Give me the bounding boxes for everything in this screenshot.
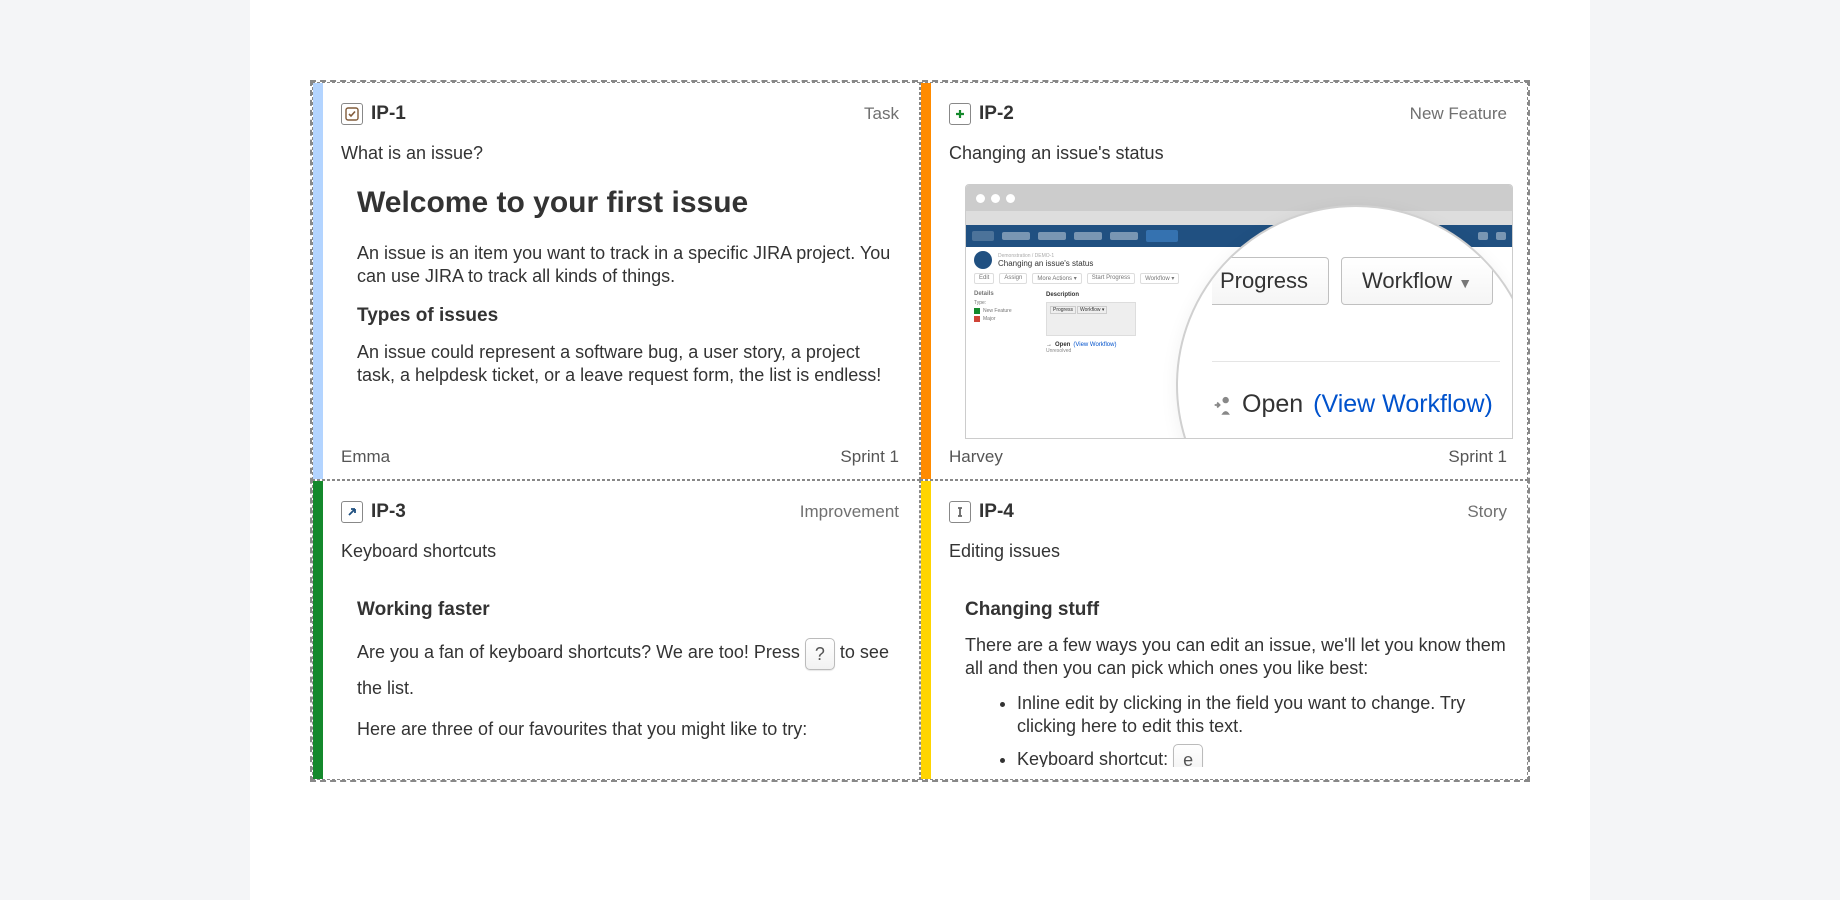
new-feature-icon — [949, 103, 971, 125]
status-label: Open — [1242, 390, 1303, 419]
issue-type: Task — [864, 104, 899, 124]
story-icon — [949, 501, 971, 523]
issue-description: Welcome to your first issue An issue is … — [341, 184, 899, 399]
priority-stripe — [921, 83, 931, 479]
card-grid: IP-1 Task What is an issue? Welcome to y… — [310, 80, 1530, 782]
chevron-down-icon: ▼ — [1458, 275, 1472, 291]
view-workflow-link[interactable]: (View Workflow) — [1313, 390, 1493, 419]
issue-key: IP-2 — [979, 103, 1014, 125]
issue-description: Changing stuff There are a few ways you … — [949, 582, 1507, 767]
project-avatar-icon — [974, 251, 992, 269]
description-heading: Welcome to your first issue — [357, 184, 899, 222]
issue-type: Improvement — [800, 502, 899, 522]
description-paragraph: An issue is an item you want to track in… — [357, 242, 899, 288]
improvement-icon — [341, 501, 363, 523]
issue-title: What is an issue? — [341, 143, 899, 164]
workflow-dropdown[interactable]: Workflow ▼ — [1341, 257, 1493, 305]
print-page: IP-1 Task What is an issue? Welcome to y… — [250, 0, 1590, 900]
issue-card-ip1: IP-1 Task What is an issue? Welcome to y… — [312, 82, 920, 480]
list-item: Keyboard shortcut: e — [1017, 744, 1507, 767]
priority-stripe — [313, 83, 323, 479]
description-paragraph: An issue could represent a software bug,… — [357, 341, 899, 387]
card-header: IP-3 Improvement — [341, 501, 899, 523]
issue-title: Keyboard shortcuts — [341, 541, 899, 562]
sprint: Sprint 1 — [1448, 447, 1507, 467]
description-heading: Changing stuff — [965, 598, 1507, 622]
card-footer: Harvey Sprint 1 — [949, 439, 1507, 467]
person-arrow-icon — [1212, 394, 1232, 416]
description-subheading: Types of issues — [357, 304, 899, 328]
card-footer: Emma Sprint 1 — [341, 439, 899, 467]
description-heading: Working faster — [357, 598, 899, 622]
description-list: Inline edit by clicking in the field you… — [965, 692, 1507, 767]
issue-key: IP-4 — [979, 501, 1014, 523]
priority-stripe — [313, 481, 323, 779]
embedded-screenshot: Demonstration / DEMO-1Changing an issue'… — [965, 184, 1513, 439]
card-header: IP-2 New Feature — [949, 103, 1507, 125]
card-header: IP-4 Story — [949, 501, 1507, 523]
issue-key: IP-1 — [371, 103, 406, 125]
issue-card-ip4: IP-4 Story Editing issues Changing stuff… — [920, 480, 1528, 780]
keyboard-key: ? — [805, 638, 835, 670]
browser-titlebar — [966, 185, 1512, 211]
sprint: Sprint 1 — [840, 447, 899, 467]
issue-card-ip2: IP-2 New Feature Changing an issue's sta… — [920, 82, 1528, 480]
issue-type: Story — [1467, 502, 1507, 522]
assignee: Harvey — [949, 447, 1003, 467]
description-paragraph: There are a few ways you can edit an iss… — [965, 634, 1507, 680]
issue-description: Working faster Are you a fan of keyboard… — [341, 582, 899, 753]
task-icon — [341, 103, 363, 125]
issue-card-ip3: IP-3 Improvement Keyboard shortcuts Work… — [312, 480, 920, 780]
description-paragraph: Are you a fan of keyboard shortcuts? We … — [357, 634, 899, 706]
issue-type: New Feature — [1410, 104, 1507, 124]
assignee: Emma — [341, 447, 390, 467]
card-header: IP-1 Task — [341, 103, 899, 125]
issue-key: IP-3 — [371, 501, 406, 523]
priority-stripe — [921, 481, 931, 779]
list-item: Inline edit by clicking in the field you… — [1017, 692, 1507, 738]
progress-button[interactable]: Progress — [1212, 257, 1329, 305]
issue-title: Editing issues — [949, 541, 1507, 562]
issue-title: Changing an issue's status — [949, 143, 1507, 164]
description-paragraph: Here are three of our favourites that yo… — [357, 718, 899, 741]
keyboard-key: e — [1173, 744, 1203, 767]
